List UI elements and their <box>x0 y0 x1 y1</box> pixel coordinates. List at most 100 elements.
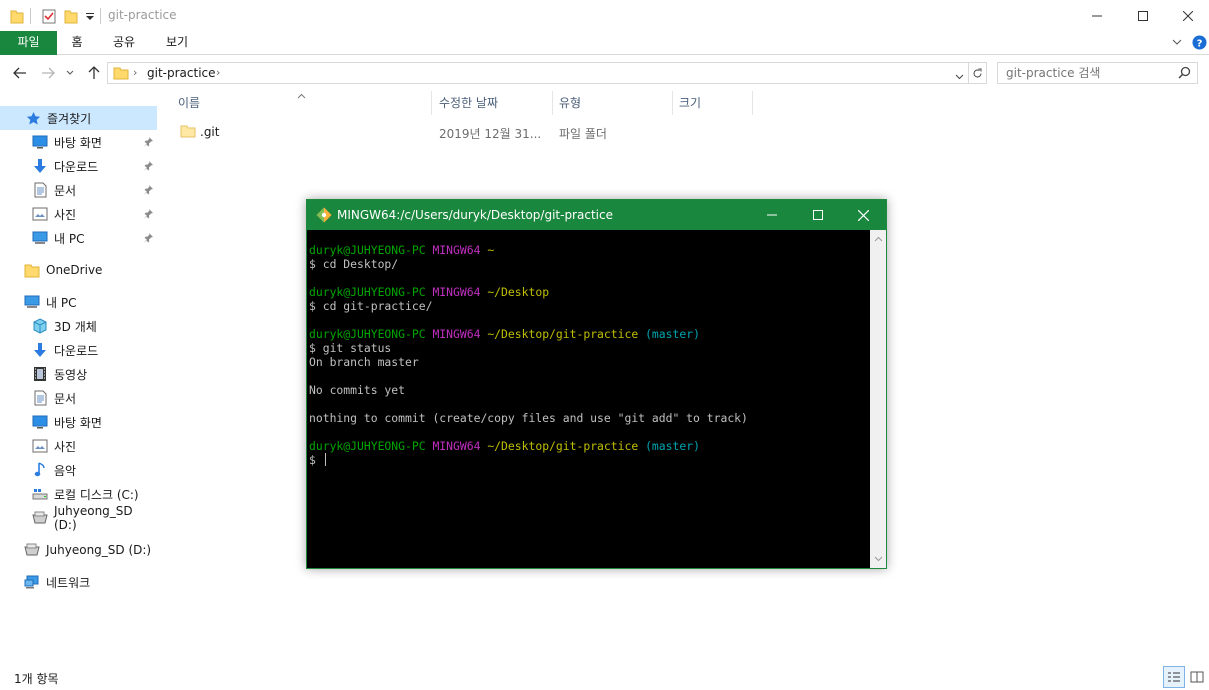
terminal-line: duryk@JUHYEONG-PC MINGW64 ~/Desktop/git-… <box>309 327 700 341</box>
sidebar-item-label: Juhyeong_SD (D:) <box>46 543 152 557</box>
sidebar-item-this-pc-pinned[interactable]: 내 PC <box>0 226 157 250</box>
sidebar-item-label: 내 PC <box>54 231 85 246</box>
maximize-icon <box>1138 10 1148 21</box>
sidebar-item-pictures[interactable]: 사진 <box>0 202 157 226</box>
scroll-down-icon[interactable] <box>870 552 886 566</box>
sidebar-item-label: 사진 <box>54 207 77 222</box>
sidebar-item-local-disk-c[interactable]: 로컬 디스크 (C:) <box>0 482 157 506</box>
refresh-button[interactable] <box>969 62 987 84</box>
sidebar-item-downloads-pc[interactable]: 다운로드 <box>0 338 157 362</box>
scroll-up-icon[interactable] <box>870 232 886 246</box>
file-row[interactable]: .git 2019년 12월 31... 파일 폴더 <box>172 121 752 143</box>
pin-icon[interactable] <box>144 160 153 174</box>
details-view-icon <box>1168 672 1180 682</box>
terminal-minimize-button[interactable] <box>749 200 795 230</box>
breadcrumb-git-practice[interactable]: git-practice <box>147 66 216 80</box>
sidebar-item-videos[interactable]: 동영상 <box>0 362 157 386</box>
expand-ribbon-icon[interactable] <box>1171 36 1183 51</box>
new-folder-icon[interactable] <box>64 8 78 24</box>
column-header-size[interactable]: 크기 <box>673 91 753 115</box>
search-input[interactable] <box>1006 65 1166 81</box>
pin-icon[interactable] <box>144 208 153 222</box>
sidebar-item-label: 문서 <box>54 391 77 406</box>
sidebar-item-label: 네트워크 <box>46 575 91 590</box>
large-icons-view-button[interactable] <box>1186 666 1208 688</box>
address-bar[interactable]: › git-practice › <box>107 62 969 84</box>
chevron-right-icon[interactable]: › <box>133 66 137 79</box>
forward-button[interactable] <box>39 64 57 82</box>
pin-icon[interactable] <box>144 232 153 246</box>
terminal-output[interactable]: duryk@JUHYEONG-PC MINGW64 ~ $ cd Desktop… <box>307 230 870 568</box>
details-view-button[interactable] <box>1163 666 1185 688</box>
chevron-right-icon[interactable]: › <box>216 66 220 79</box>
help-icon[interactable]: ? <box>1192 35 1207 53</box>
tab-file[interactable]: 파일 <box>0 31 57 55</box>
sidebar-item-documents[interactable]: 문서 <box>0 178 157 202</box>
sidebar-item-label: OneDrive <box>46 263 103 277</box>
sidebar-item-network[interactable]: 네트워크 <box>0 570 157 594</box>
terminal-scrollbar[interactable] <box>870 230 886 568</box>
column-header-name[interactable]: 이름 <box>172 91 432 115</box>
star-icon <box>25 110 41 126</box>
sidebar-item-this-pc[interactable]: 내 PC <box>0 290 157 314</box>
sidebar-item-label: 바탕 화면 <box>54 135 102 150</box>
sidebar-item-label: 바탕 화면 <box>54 415 102 430</box>
text-cursor <box>324 453 326 466</box>
separator <box>30 8 31 24</box>
terminal-title: MINGW64:/c/Users/duryk/Desktop/git-pract… <box>337 208 613 222</box>
terminal-window[interactable]: MINGW64:/c/Users/duryk/Desktop/git-pract… <box>306 199 887 569</box>
sidebar-item-3d-objects[interactable]: 3D 개체 <box>0 314 157 338</box>
search-box[interactable] <box>997 62 1198 84</box>
column-header-type[interactable]: 유형 <box>553 91 673 115</box>
terminal-prompt-line[interactable]: $ <box>309 453 870 467</box>
close-button[interactable] <box>1165 0 1209 31</box>
up-button[interactable] <box>85 64 103 82</box>
computer-icon <box>24 294 40 310</box>
sidebar-item-label: 음악 <box>54 463 77 478</box>
sidebar-item-desktop[interactable]: 바탕 화면 <box>0 130 157 154</box>
close-icon <box>1183 10 1193 21</box>
document-icon <box>32 390 48 406</box>
sidebar-item-documents-pc[interactable]: 문서 <box>0 386 157 410</box>
sidebar-item-quick-access[interactable]: 즐겨찾기 <box>0 106 157 130</box>
terminal-maximize-button[interactable] <box>795 200 841 230</box>
tab-view[interactable]: 보기 <box>157 31 197 55</box>
back-button[interactable] <box>11 64 29 82</box>
tab-share[interactable]: 공유 <box>104 31 144 55</box>
terminal-titlebar[interactable]: MINGW64:/c/Users/duryk/Desktop/git-pract… <box>307 200 886 230</box>
properties-icon[interactable] <box>42 8 56 24</box>
minimize-button[interactable] <box>1074 0 1120 31</box>
sidebar-item-onedrive[interactable]: OneDrive <box>0 258 157 282</box>
sidebar-item-downloads[interactable]: 다운로드 <box>0 154 157 178</box>
refresh-icon <box>973 68 982 77</box>
sidebar-item-sd-card-d-root[interactable]: Juhyeong_SD (D:) <box>0 538 157 562</box>
address-dropdown-icon[interactable] <box>955 69 964 83</box>
terminal-close-button[interactable] <box>840 200 886 230</box>
sidebar-item-desktop-pc[interactable]: 바탕 화면 <box>0 410 157 434</box>
pin-icon[interactable] <box>144 136 153 150</box>
cube-icon <box>32 318 48 334</box>
sidebar-item-label: 3D 개체 <box>54 319 97 334</box>
tab-home[interactable]: 홈 <box>62 31 92 55</box>
column-header-modified[interactable]: 수정한 날짜 <box>433 91 553 115</box>
sidebar-item-pictures-pc[interactable]: 사진 <box>0 434 157 458</box>
customize-dropdown-icon[interactable] <box>85 11 95 27</box>
pin-icon[interactable] <box>144 184 153 198</box>
terminal-line: $ cd Desktop/ <box>309 257 399 271</box>
sidebar-item-music[interactable]: 음악 <box>0 458 157 482</box>
recent-locations-button[interactable] <box>64 64 76 82</box>
sidebar-item-label: 다운로드 <box>54 159 99 174</box>
back-arrow-icon <box>13 67 26 79</box>
svg-text:?: ? <box>1197 39 1203 50</box>
sidebar-item-sd-card-d[interactable]: Juhyeong_SD (D:) <box>0 504 157 532</box>
search-icon[interactable] <box>1178 66 1191 82</box>
download-icon <box>32 158 48 174</box>
maximize-button[interactable] <box>1120 0 1166 31</box>
download-icon <box>32 342 48 358</box>
sidebar-item-label: 사진 <box>54 439 77 454</box>
picture-icon <box>32 206 48 222</box>
sd-card-icon <box>32 510 48 526</box>
